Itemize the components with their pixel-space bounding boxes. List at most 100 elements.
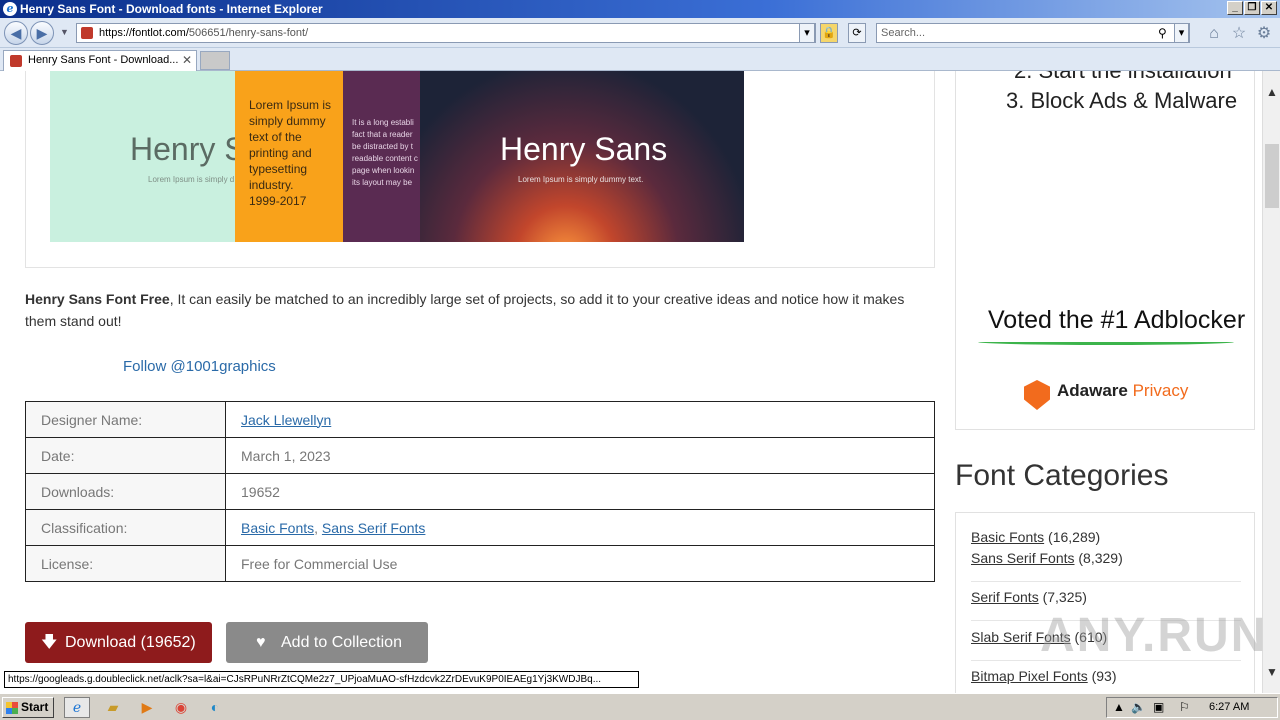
windows-flag-icon <box>6 702 18 714</box>
category-link[interactable]: Bitmap Pixel Fonts <box>971 668 1088 684</box>
table-row: Date: March 1, 2023 <box>25 437 935 474</box>
action-center-flag-icon[interactable]: ⚐ <box>1179 698 1190 717</box>
favorites-star-icon[interactable]: ☆ <box>1230 25 1248 43</box>
search-icon[interactable]: ⚲ <box>1158 26 1167 40</box>
system-tray: ▲ 🔈 ▣ ⚐ 6:27 AM <box>1106 697 1278 718</box>
taskbar-media-player-icon[interactable]: ▶ <box>134 697 160 718</box>
lock-icon[interactable]: 🔒 <box>820 23 838 43</box>
tab-close-icon[interactable]: ✕ <box>182 51 192 70</box>
window-titlebar: e Henry Sans Font - Download fonts - Int… <box>0 0 1280 18</box>
category-link[interactable]: Basic Fonts <box>971 529 1044 545</box>
back-icon[interactable]: ◀ <box>4 21 28 45</box>
download-arrow-icon: 🡇 <box>41 634 58 651</box>
preview-panel-mint: Henry S Lorem Ipsum is simply d <box>50 71 246 242</box>
preview-panel-purple: It is a long establi fact that a reader … <box>343 71 420 242</box>
taskbar-chrome-icon[interactable]: ◉ <box>168 697 194 718</box>
table-row: License: Free for Commercial Use <box>25 545 935 582</box>
heart-icon: ♥ <box>256 634 266 651</box>
ad-brand-suffix: Privacy <box>1127 381 1189 400</box>
date-value: March 1, 2023 <box>225 437 935 474</box>
license-value: Free for Commercial Use <box>225 545 935 582</box>
close-button[interactable]: ✕ <box>1261 1 1277 15</box>
font-categories-list: Basic Fonts (16,289) Sans Serif Fonts (8… <box>955 512 1255 693</box>
ad-line-3: 3. Block Ads & Malware <box>1006 88 1238 113</box>
preview-line: It is a long establi <box>352 118 414 127</box>
preview-line: readable content c <box>352 154 418 163</box>
url-dropdown-icon[interactable]: ▾ <box>799 23 815 43</box>
download-button[interactable]: 🡇 Download (19652) <box>25 622 212 663</box>
category-count: (93) <box>1091 668 1117 684</box>
preview-line: page when lookin <box>352 166 415 175</box>
status-bar-url: https://googleads.g.doubleclick.net/aclk… <box>4 671 639 688</box>
designer-cell: Jack Llewellyn <box>225 401 935 438</box>
scroll-thumb[interactable] <box>1265 144 1279 208</box>
font-description: Henry Sans Font Free, It can easily be m… <box>25 288 935 332</box>
classification-label: Classification: <box>25 509 226 546</box>
taskbar-explorer-folder-icon[interactable]: ▰ <box>100 697 126 718</box>
preview-subtitle: Lorem Ipsum is simply d <box>148 175 235 184</box>
url-field[interactable]: https://fontlot.com/506651/henry-sans-fo… <box>76 23 816 43</box>
list-item: Sans Serif Fonts (8,329) <box>971 550 1241 566</box>
list-item: Serif Fonts (7,325) <box>971 589 1241 605</box>
preview-line: fact that a reader <box>352 130 413 139</box>
settings-gear-icon[interactable]: ⚙ <box>1255 25 1273 43</box>
collection-button-label: Add to Collection <box>281 634 402 651</box>
ad-voted-text: Voted the #1 Adblocker <box>988 306 1246 334</box>
follow-link[interactable]: Follow @1001graphics <box>123 358 276 375</box>
download-button-label: Download (19652) <box>65 634 196 651</box>
preview-line: be distracted by t <box>352 142 413 151</box>
font-preview-image: Henry S Lorem Ipsum is simply d Lorem Ip… <box>50 71 744 242</box>
url-path: 506651/henry-sans-font/ <box>188 27 309 39</box>
table-row: Designer Name: Jack Llewellyn <box>25 401 935 438</box>
taskbar-edge-icon[interactable]: ◐ <box>202 697 228 718</box>
search-input[interactable]: Search... <box>876 23 1190 43</box>
tab-label: Henry Sans Font - Download... <box>28 54 179 66</box>
ad-line-2: 2. Start the installation <box>1014 71 1232 84</box>
restore-button[interactable]: ❐ <box>1244 1 1260 15</box>
preview-line: its layout may be <box>352 178 413 187</box>
anyrun-watermark: ANY.RUN <box>1040 609 1268 662</box>
tab-henry-sans[interactable]: Henry Sans Font - Download... ✕ <box>3 50 197 71</box>
refresh-icon[interactable]: ⟳ <box>848 23 866 43</box>
downloads-value: 19652 <box>225 473 935 510</box>
preview-panel-sunset: Henry Sans Lorem Ipsum is simply dummy t… <box>420 71 744 242</box>
clock[interactable]: 6:27 AM <box>1209 698 1249 717</box>
downloads-label: Downloads: <box>25 473 226 510</box>
tray-arrow-icon[interactable]: ▲ <box>1113 698 1125 717</box>
license-label: License: <box>25 545 226 582</box>
divider <box>971 581 1241 582</box>
volume-icon[interactable]: 🔈 <box>1131 698 1146 717</box>
adaware-ad[interactable]: 2. Start the installation 3. Block Ads &… <box>955 71 1255 430</box>
internet-explorer-icon: e <box>3 2 17 16</box>
new-tab-button[interactable] <box>200 51 230 70</box>
home-icon[interactable]: ⌂ <box>1205 25 1223 43</box>
basic-fonts-link[interactable]: Basic Fonts <box>241 520 314 536</box>
list-item: Bitmap Pixel Fonts (93) <box>971 668 1241 684</box>
scroll-up-icon[interactable]: ▲ <box>1263 83 1280 101</box>
search-dropdown-icon[interactable]: ▾ <box>1174 23 1189 43</box>
font-categories-title: Font Categories <box>955 459 1169 492</box>
taskbar-ie-icon[interactable]: e <box>64 697 90 718</box>
scroll-down-icon[interactable]: ▼ <box>1263 663 1280 681</box>
vertical-scrollbar[interactable]: ▲ ▼ <box>1262 71 1280 693</box>
start-label: Start <box>21 700 49 714</box>
category-count: (7,325) <box>1042 589 1087 605</box>
history-dropdown-icon[interactable]: ▼ <box>60 27 69 37</box>
taskbar: Start e ▰ ▶ ◉ ◐ ▲ 🔈 ▣ ⚐ 6:27 AM <box>0 693 1280 720</box>
tab-bar: Henry Sans Font - Download... ✕ <box>0 48 1280 71</box>
category-link[interactable]: Serif Fonts <box>971 589 1039 605</box>
preview-years: 1999-2017 <box>249 194 307 208</box>
start-button[interactable]: Start <box>2 697 54 718</box>
designer-label: Designer Name: <box>25 401 226 438</box>
network-icon[interactable]: ▣ <box>1153 698 1164 717</box>
forward-icon[interactable]: ▶ <box>30 21 54 45</box>
sans-serif-fonts-link[interactable]: Sans Serif Fonts <box>322 520 426 536</box>
category-link[interactable]: Sans Serif Fonts <box>971 550 1075 566</box>
ad-brand: Adaware Privacy <box>1057 381 1188 401</box>
address-bar: ◀ ▶ ▼ https://fontlot.com/506651/henry-s… <box>0 18 1280 48</box>
preview-paragraph: Lorem Ipsum is simply dummy text of the … <box>249 98 332 192</box>
minimize-button[interactable]: _ <box>1227 1 1243 15</box>
add-to-collection-button[interactable]: ♥ Add to Collection <box>226 622 428 663</box>
table-row: Classification: Basic Fonts, Sans Serif … <box>25 509 935 546</box>
designer-link[interactable]: Jack Llewellyn <box>241 412 331 428</box>
